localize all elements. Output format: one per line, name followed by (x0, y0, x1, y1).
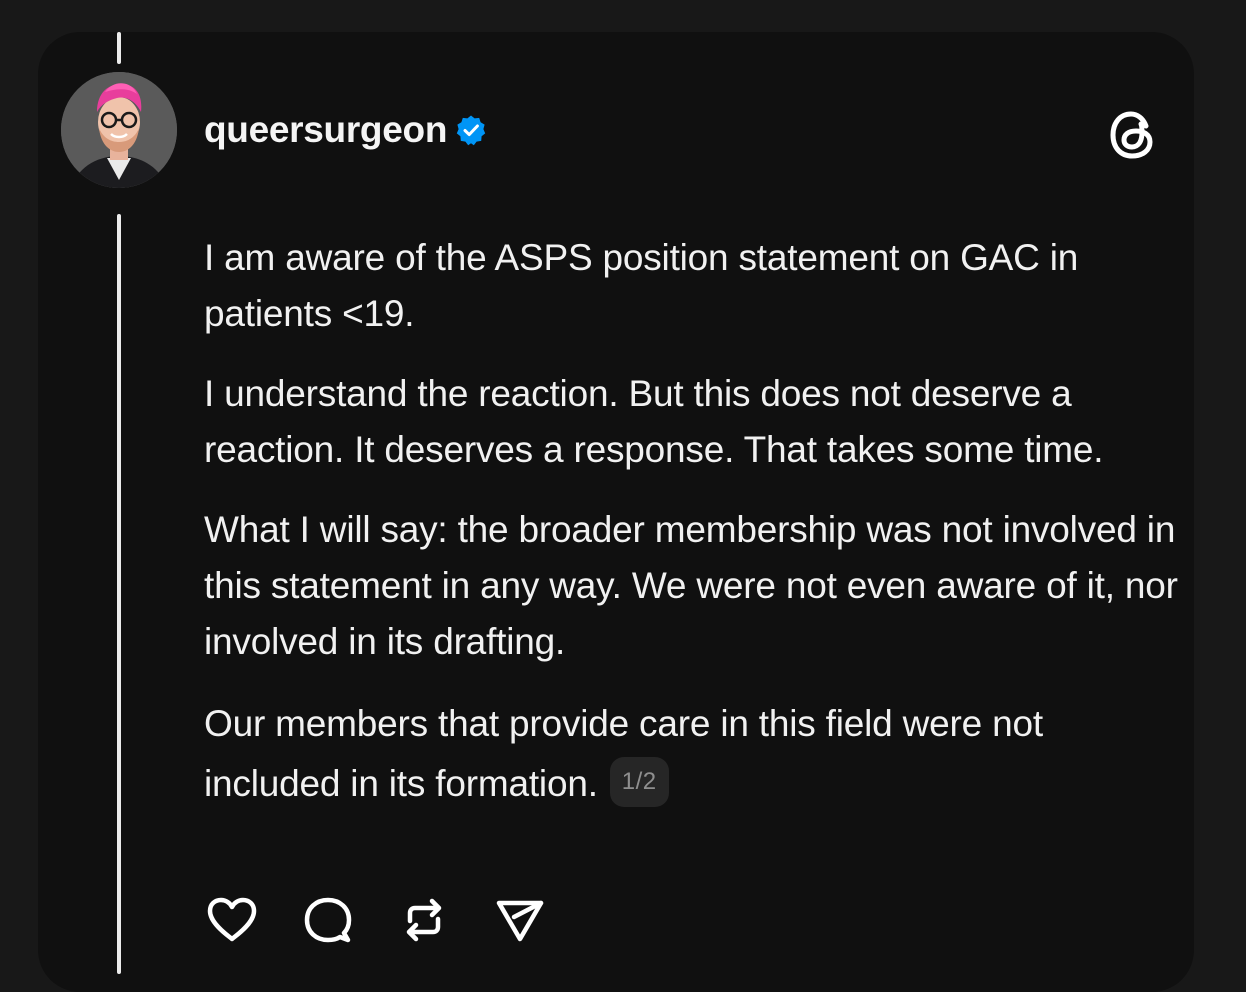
thread-line (117, 214, 121, 974)
post-paragraph-last: Our members that provide care in this fi… (204, 694, 1179, 814)
like-button[interactable] (204, 892, 260, 948)
repost-icon (406, 898, 442, 942)
action-bar (204, 892, 588, 948)
post-paragraph: What I will say: the broader membership … (204, 509, 1178, 662)
repost-button[interactable] (396, 892, 452, 948)
thread-line-top (117, 32, 121, 64)
post-header: queersurgeon (204, 106, 487, 154)
avatar[interactable] (61, 72, 177, 188)
verified-badge-icon (455, 114, 487, 146)
username[interactable]: queersurgeon (204, 109, 447, 151)
post-paragraph: I am aware of the ASPS position statemen… (204, 237, 1079, 334)
heart-icon (207, 897, 257, 942)
avatar-image (61, 72, 177, 188)
comment-icon (304, 897, 352, 943)
post-paragraph: I understand the reaction. But this does… (204, 373, 1104, 470)
threads-logo-icon[interactable] (1106, 108, 1160, 162)
send-icon (496, 900, 544, 942)
share-button[interactable] (492, 892, 548, 948)
page-indicator-badge: 1/2 (609, 757, 669, 808)
reply-button[interactable] (300, 892, 356, 948)
post-body: I am aware of the ASPS position statemen… (204, 230, 1179, 838)
